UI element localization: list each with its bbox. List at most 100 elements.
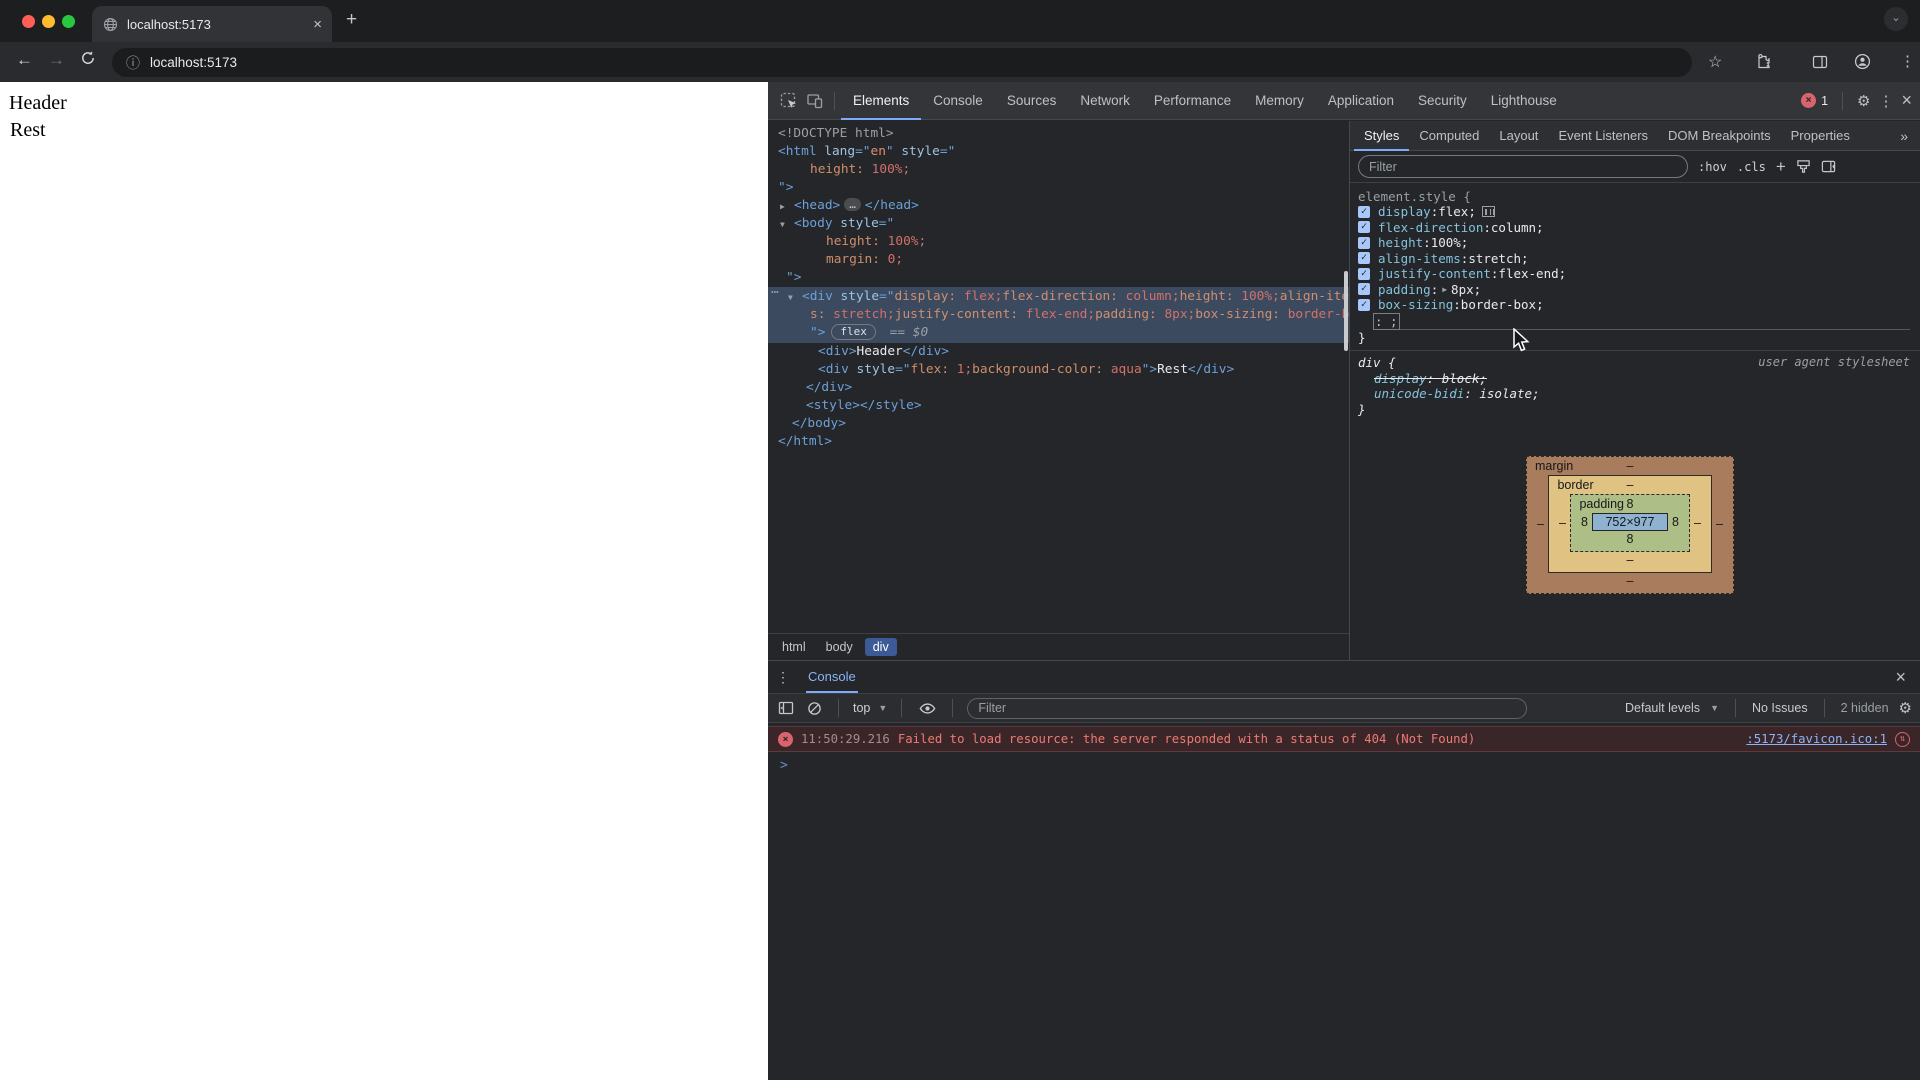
devtools-tab-application[interactable]: Application bbox=[1316, 82, 1406, 120]
forward-button[interactable]: → bbox=[48, 50, 65, 70]
address-bar[interactable]: ⓘ localhost:5173 bbox=[112, 48, 1692, 77]
dom-tree-line[interactable]: </body> bbox=[768, 415, 1349, 433]
styles-tab-dom-breakpoints[interactable]: DOM Breakpoints bbox=[1658, 121, 1781, 151]
dom-tree-line[interactable]: "> bbox=[768, 269, 1349, 287]
dom-tree-selected-node[interactable]: ⋯ ▼ <div style="display: flex;flex-directi… bbox=[768, 285, 1349, 343]
request-initiator-icon[interactable]: ⇅ bbox=[1895, 731, 1910, 747]
css-property-flex-direction[interactable]: ✓ flex-direction: column; bbox=[1350, 220, 1920, 236]
box-model-padding[interactable]: padding 8 8 752×977 8 8 bbox=[1570, 493, 1690, 552]
dom-tree-line[interactable]: </html> bbox=[768, 433, 1349, 451]
breadcrumb-html[interactable]: html bbox=[774, 638, 814, 656]
site-info-icon[interactable]: ⓘ bbox=[126, 53, 140, 73]
console-prompt[interactable]: > bbox=[768, 752, 1920, 778]
new-tab-button[interactable]: + bbox=[346, 9, 357, 31]
styles-tab-computed[interactable]: Computed bbox=[1409, 121, 1489, 151]
css-property-padding[interactable]: ✓ padding: ▶ 8px; bbox=[1350, 282, 1920, 298]
bookmark-star-icon[interactable]: ☆ bbox=[1708, 52, 1722, 72]
default-levels-dropdown[interactable]: Default levels bbox=[1625, 701, 1700, 715]
expand-shorthand-icon[interactable]: ▶ bbox=[1442, 282, 1447, 298]
console-settings-gear-icon[interactable]: ⚙ bbox=[1899, 699, 1912, 717]
border-top-value[interactable]: – bbox=[1627, 478, 1634, 492]
css-property-justify-content[interactable]: ✓ justify-content: flex-end; bbox=[1350, 266, 1920, 282]
dom-tree-line[interactable]: margin: 0; bbox=[768, 251, 1349, 269]
dom-tree-line[interactable]: "> bbox=[768, 179, 1349, 197]
profile-avatar-icon[interactable] bbox=[1854, 53, 1871, 70]
dom-tree-line[interactable]: </div> bbox=[768, 379, 1349, 397]
flex-badge[interactable]: flex bbox=[831, 324, 876, 340]
property-checkbox[interactable]: ✓ bbox=[1358, 283, 1370, 296]
new-property-editor[interactable]: : ; bbox=[1373, 312, 1910, 330]
no-issues-label[interactable]: No Issues bbox=[1752, 701, 1808, 715]
back-button[interactable]: ← bbox=[16, 50, 33, 70]
dom-tree-line[interactable]: ▶ <head>… </head> bbox=[768, 197, 1349, 215]
styles-tab-event-listeners[interactable]: Event Listeners bbox=[1548, 121, 1658, 151]
hidden-messages-count[interactable]: 2 hidden bbox=[1841, 701, 1889, 715]
css-property-height[interactable]: ✓ height: 100%; bbox=[1350, 235, 1920, 251]
breadcrumb-div[interactable]: div bbox=[864, 638, 897, 656]
dom-tree-line[interactable]: <html lang="en" style=" bbox=[768, 143, 1349, 161]
property-checkbox[interactable]: ✓ bbox=[1358, 267, 1370, 280]
ua-rule-selector[interactable]: div { bbox=[1358, 355, 1396, 370]
css-property-align-items[interactable]: ✓ align-items: stretch; bbox=[1350, 251, 1920, 267]
dom-tree-line[interactable]: height: 100%; bbox=[768, 233, 1349, 251]
drawer-close-icon[interactable]: × bbox=[1895, 667, 1912, 688]
dom-tree-line[interactable]: <style></style> bbox=[768, 397, 1349, 415]
styles-tab-properties[interactable]: Properties bbox=[1781, 121, 1860, 151]
border-left-value[interactable]: – bbox=[1554, 516, 1570, 530]
devtools-tab-elements[interactable]: Elements bbox=[841, 82, 921, 120]
inspect-element-icon[interactable] bbox=[776, 88, 802, 114]
dom-tree-line[interactable]: s: stretch;justify-content: flex-end;pad… bbox=[768, 306, 1349, 324]
browser-tab[interactable]: localhost:5173 × bbox=[92, 6, 332, 42]
styles-tab-styles[interactable]: Styles bbox=[1354, 121, 1409, 151]
box-model-margin[interactable]: margin – – border – – padding 8 8 752×97… bbox=[1526, 455, 1734, 594]
reload-button[interactable] bbox=[80, 50, 96, 66]
border-right-value[interactable]: – bbox=[1690, 516, 1706, 530]
extensions-icon[interactable] bbox=[1756, 54, 1772, 70]
macos-minimize-button[interactable] bbox=[42, 15, 55, 28]
dom-tree-line[interactable]: <!DOCTYPE html> bbox=[768, 125, 1349, 143]
expand-ellipsis-button[interactable]: … bbox=[844, 198, 861, 211]
live-expression-eye-icon[interactable] bbox=[916, 695, 938, 721]
devtools-tab-lighthouse[interactable]: Lighthouse bbox=[1479, 82, 1569, 120]
element-classes-button[interactable]: .cls bbox=[1737, 160, 1766, 174]
console-error-row[interactable]: × 11:50:29.216 Failed to load resource: … bbox=[768, 726, 1920, 752]
devtools-tab-network[interactable]: Network bbox=[1068, 82, 1142, 120]
dom-tree-line[interactable]: ▼ <div style="display: flex;flex-directio… bbox=[768, 288, 1349, 306]
dom-tree-line[interactable]: <div style="flex: 1;background-color: aq… bbox=[768, 361, 1349, 379]
padding-top-value[interactable]: 8 bbox=[1627, 497, 1634, 511]
margin-top-value[interactable]: – bbox=[1627, 459, 1634, 473]
devtools-settings-gear-icon[interactable]: ⚙ bbox=[1857, 92, 1870, 110]
macos-close-button[interactable] bbox=[22, 15, 35, 28]
browser-menu-kebab-icon[interactable]: ⋮ bbox=[1900, 52, 1915, 70]
error-count-badge[interactable]: × 1 bbox=[1801, 93, 1828, 108]
box-model-diagram[interactable]: margin – – border – – padding 8 8 752×97… bbox=[1526, 455, 1734, 594]
drawer-tab-console[interactable]: Console bbox=[806, 661, 858, 693]
property-checkbox[interactable]: ✓ bbox=[1358, 205, 1370, 218]
dom-tree-line[interactable]: ▼ <body style=" bbox=[768, 215, 1349, 233]
devtools-tab-console[interactable]: Console bbox=[921, 82, 995, 120]
drawer-menu-kebab-icon[interactable]: ⋮ bbox=[776, 669, 798, 686]
padding-bottom-value[interactable]: 8 bbox=[1576, 531, 1683, 548]
new-style-rule-button[interactable]: + bbox=[1776, 157, 1786, 177]
box-model-content[interactable]: 752×977 bbox=[1592, 512, 1668, 531]
error-source-link[interactable]: :5173/favicon.ico:1 bbox=[1746, 732, 1887, 746]
devtools-menu-kebab-icon[interactable]: ⋮ bbox=[1878, 92, 1893, 110]
devtools-tab-sources[interactable]: Sources bbox=[995, 82, 1069, 120]
devtools-tab-performance[interactable]: Performance bbox=[1142, 82, 1243, 120]
tab-close-icon[interactable]: × bbox=[313, 16, 322, 33]
collapse-arrow-icon[interactable]: ▼ bbox=[780, 216, 785, 234]
property-checkbox[interactable]: ✓ bbox=[1358, 221, 1370, 234]
collapse-arrow-icon[interactable]: ▼ bbox=[788, 289, 793, 307]
margin-right-value[interactable]: – bbox=[1712, 517, 1728, 531]
rendering-brush-icon[interactable] bbox=[1796, 159, 1811, 174]
property-checkbox[interactable]: ✓ bbox=[1358, 252, 1370, 265]
tab-search-button[interactable]: ⌄ bbox=[1884, 7, 1908, 31]
device-toolbar-icon[interactable] bbox=[802, 88, 828, 114]
javascript-context-selector[interactable]: top bbox=[853, 701, 870, 715]
dom-tree-line[interactable]: height: 100%; bbox=[768, 161, 1349, 179]
side-panel-icon[interactable] bbox=[1812, 54, 1828, 70]
flexbox-editor-icon[interactable] bbox=[1481, 206, 1495, 218]
expand-arrow-icon[interactable]: ▶ bbox=[780, 198, 785, 216]
toggle-element-state-button[interactable]: :hov bbox=[1698, 160, 1727, 174]
computed-sidebar-toggle-icon[interactable] bbox=[1821, 159, 1836, 174]
